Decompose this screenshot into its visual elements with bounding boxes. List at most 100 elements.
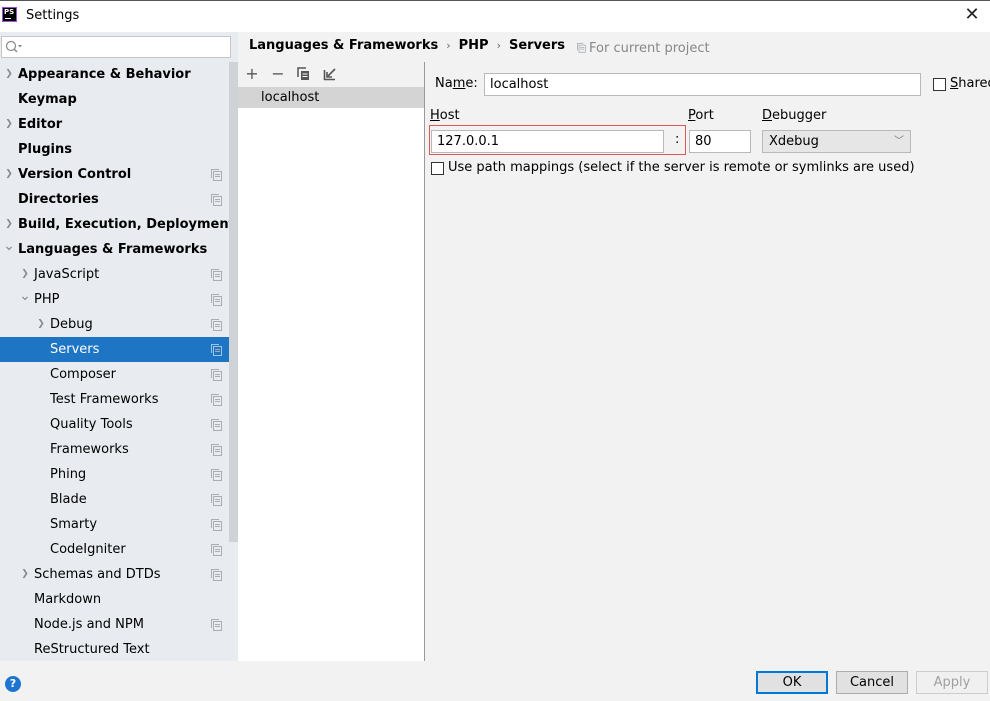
sidebar-scrollbar[interactable] bbox=[229, 62, 238, 542]
breadcrumb-item: Servers bbox=[508, 38, 566, 53]
sidebar-item-label: Frameworks bbox=[50, 442, 129, 457]
project-scope-glyph bbox=[211, 169, 222, 181]
sidebar-item[interactable]: ⌄ Languages & Frameworks bbox=[0, 237, 238, 262]
title-bar: PS Settings ✕ bbox=[0, 0, 990, 32]
sidebar-item[interactable]: ❯ Version Control bbox=[0, 162, 238, 187]
path-mappings-checkbox[interactable] bbox=[431, 162, 444, 175]
port-input[interactable] bbox=[689, 130, 751, 153]
debugger-select-value: Xdebug bbox=[769, 134, 819, 149]
sidebar-item[interactable]: ❯ JavaScript bbox=[0, 262, 238, 287]
shared-checkbox[interactable] bbox=[933, 78, 946, 91]
project-scope-icon bbox=[211, 494, 222, 506]
server-list-item[interactable]: localhost bbox=[238, 87, 424, 108]
host-label: Host bbox=[430, 108, 460, 123]
sidebar-item-label: Test Frameworks bbox=[50, 392, 159, 407]
phpstorm-app-icon: PS bbox=[2, 7, 17, 22]
name-label-text: Na bbox=[435, 76, 453, 91]
sidebar-item[interactable]: ❯ Editor bbox=[0, 112, 238, 137]
sidebar-item[interactable]: ReStructured Text bbox=[0, 637, 238, 662]
chevron-right-icon[interactable]: ❯ bbox=[3, 162, 15, 187]
project-scope-glyph bbox=[211, 394, 222, 406]
chevron-down-icon[interactable]: ⌄ bbox=[19, 287, 31, 312]
sidebar-item[interactable]: ❯ Schemas and DTDs bbox=[0, 562, 238, 587]
project-scope-glyph bbox=[211, 419, 222, 431]
sidebar-item[interactable]: Markdown bbox=[0, 587, 238, 612]
host-input[interactable] bbox=[431, 130, 664, 153]
sidebar-item-label: Plugins bbox=[18, 142, 72, 157]
name-label-text-end: e: bbox=[465, 76, 478, 91]
ok-button[interactable]: OK bbox=[756, 671, 828, 694]
debugger-label: Debugger bbox=[762, 108, 826, 123]
project-scope-icon bbox=[211, 444, 222, 456]
search-icon bbox=[5, 40, 22, 53]
sidebar-item[interactable]: Quality Tools bbox=[0, 412, 238, 437]
sidebar-item-label: Version Control bbox=[18, 167, 132, 182]
sidebar-item[interactable]: Test Frameworks bbox=[0, 387, 238, 412]
project-scope-icon bbox=[211, 469, 222, 481]
project-scope-glyph bbox=[211, 319, 222, 331]
debugger-select[interactable]: Xdebug ﹀ bbox=[762, 130, 911, 153]
sidebar-item[interactable]: ❯ Build, Execution, Deployment bbox=[0, 212, 238, 237]
window-title: Settings bbox=[26, 8, 80, 23]
plus-icon: + bbox=[245, 64, 259, 83]
copy-server-button[interactable] bbox=[295, 62, 313, 86]
chevron-right-icon[interactable]: ❯ bbox=[3, 62, 15, 87]
chevron-right-icon[interactable]: ❯ bbox=[3, 112, 15, 137]
project-scope-icon bbox=[211, 519, 222, 531]
sidebar-item-label: JavaScript bbox=[34, 267, 100, 282]
sidebar-item[interactable]: Composer bbox=[0, 362, 238, 387]
sidebar-item[interactable]: Directories bbox=[0, 187, 238, 212]
breadcrumb-separator: › bbox=[496, 39, 501, 52]
sidebar-item-label: Debug bbox=[50, 317, 93, 332]
host-port-colon: : bbox=[675, 132, 680, 147]
project-scope-glyph bbox=[211, 194, 222, 206]
sidebar-item[interactable]: Keymap bbox=[0, 87, 238, 112]
sidebar-item-label: Phing bbox=[50, 467, 87, 482]
chevron-down-icon[interactable]: ⌄ bbox=[3, 237, 15, 262]
sidebar-item-label: Languages & Frameworks bbox=[18, 242, 208, 257]
breadcrumb-separator: › bbox=[446, 39, 451, 52]
sidebar-item[interactable]: ❯ Appearance & Behavior bbox=[0, 62, 238, 87]
help-button[interactable]: ? bbox=[5, 676, 21, 692]
project-scope-icon bbox=[577, 43, 586, 53]
servers-toolbar: + − bbox=[238, 62, 425, 86]
chevron-right-icon[interactable]: ❯ bbox=[19, 262, 31, 287]
breadcrumb-item: Languages & Frameworks bbox=[249, 38, 439, 53]
sidebar-item[interactable]: Node.js and NPM bbox=[0, 612, 238, 637]
chevron-right-icon[interactable]: ❯ bbox=[35, 312, 47, 337]
server-name-input[interactable] bbox=[484, 73, 921, 96]
import-server-button[interactable] bbox=[321, 62, 339, 86]
debugger-label-mnemonic: D bbox=[762, 108, 773, 123]
sidebar-item[interactable]: Plugins bbox=[0, 137, 238, 162]
chevron-right-icon[interactable]: ❯ bbox=[19, 562, 31, 587]
port-label-text: ort bbox=[695, 108, 714, 123]
sidebar-item[interactable]: CodeIgniter bbox=[0, 537, 238, 562]
sidebar-item[interactable]: Servers bbox=[0, 337, 238, 362]
apply-button[interactable]: Apply bbox=[916, 671, 988, 694]
project-scope-icon bbox=[211, 344, 222, 356]
sidebar-item[interactable]: Phing bbox=[0, 462, 238, 487]
project-scope-glyph bbox=[211, 519, 222, 531]
sidebar-item-label: Appearance & Behavior bbox=[18, 67, 191, 82]
cancel-button[interactable]: Cancel bbox=[836, 671, 908, 694]
chevron-down-icon: ﹀ bbox=[894, 136, 904, 147]
sidebar-item[interactable]: Blade bbox=[0, 487, 238, 512]
close-button[interactable]: ✕ bbox=[962, 5, 982, 25]
settings-sidebar: ❯ Appearance & Behavior Keymap ❯ Editor Plugi… bbox=[0, 32, 238, 661]
chevron-right-icon[interactable]: ❯ bbox=[3, 212, 15, 237]
project-scope-glyph bbox=[211, 469, 222, 481]
add-server-button[interactable]: + bbox=[243, 62, 261, 86]
sidebar-item[interactable]: Frameworks bbox=[0, 437, 238, 462]
settings-search-input[interactable] bbox=[1, 36, 231, 58]
sidebar-item-label: CodeIgniter bbox=[50, 542, 126, 557]
sidebar-item[interactable]: Smarty bbox=[0, 512, 238, 537]
sidebar-item[interactable]: ⌄ PHP bbox=[0, 287, 238, 312]
sidebar-item-label: Schemas and DTDs bbox=[34, 567, 161, 582]
project-scope-icon bbox=[211, 194, 222, 206]
sidebar-item[interactable]: ❯ Debug bbox=[0, 312, 238, 337]
project-scope-icon bbox=[211, 544, 222, 556]
sidebar-item-label: Markdown bbox=[34, 592, 102, 607]
project-scope-icon bbox=[211, 369, 222, 381]
panel-divider bbox=[424, 62, 425, 88]
remove-server-button[interactable]: − bbox=[269, 62, 287, 86]
